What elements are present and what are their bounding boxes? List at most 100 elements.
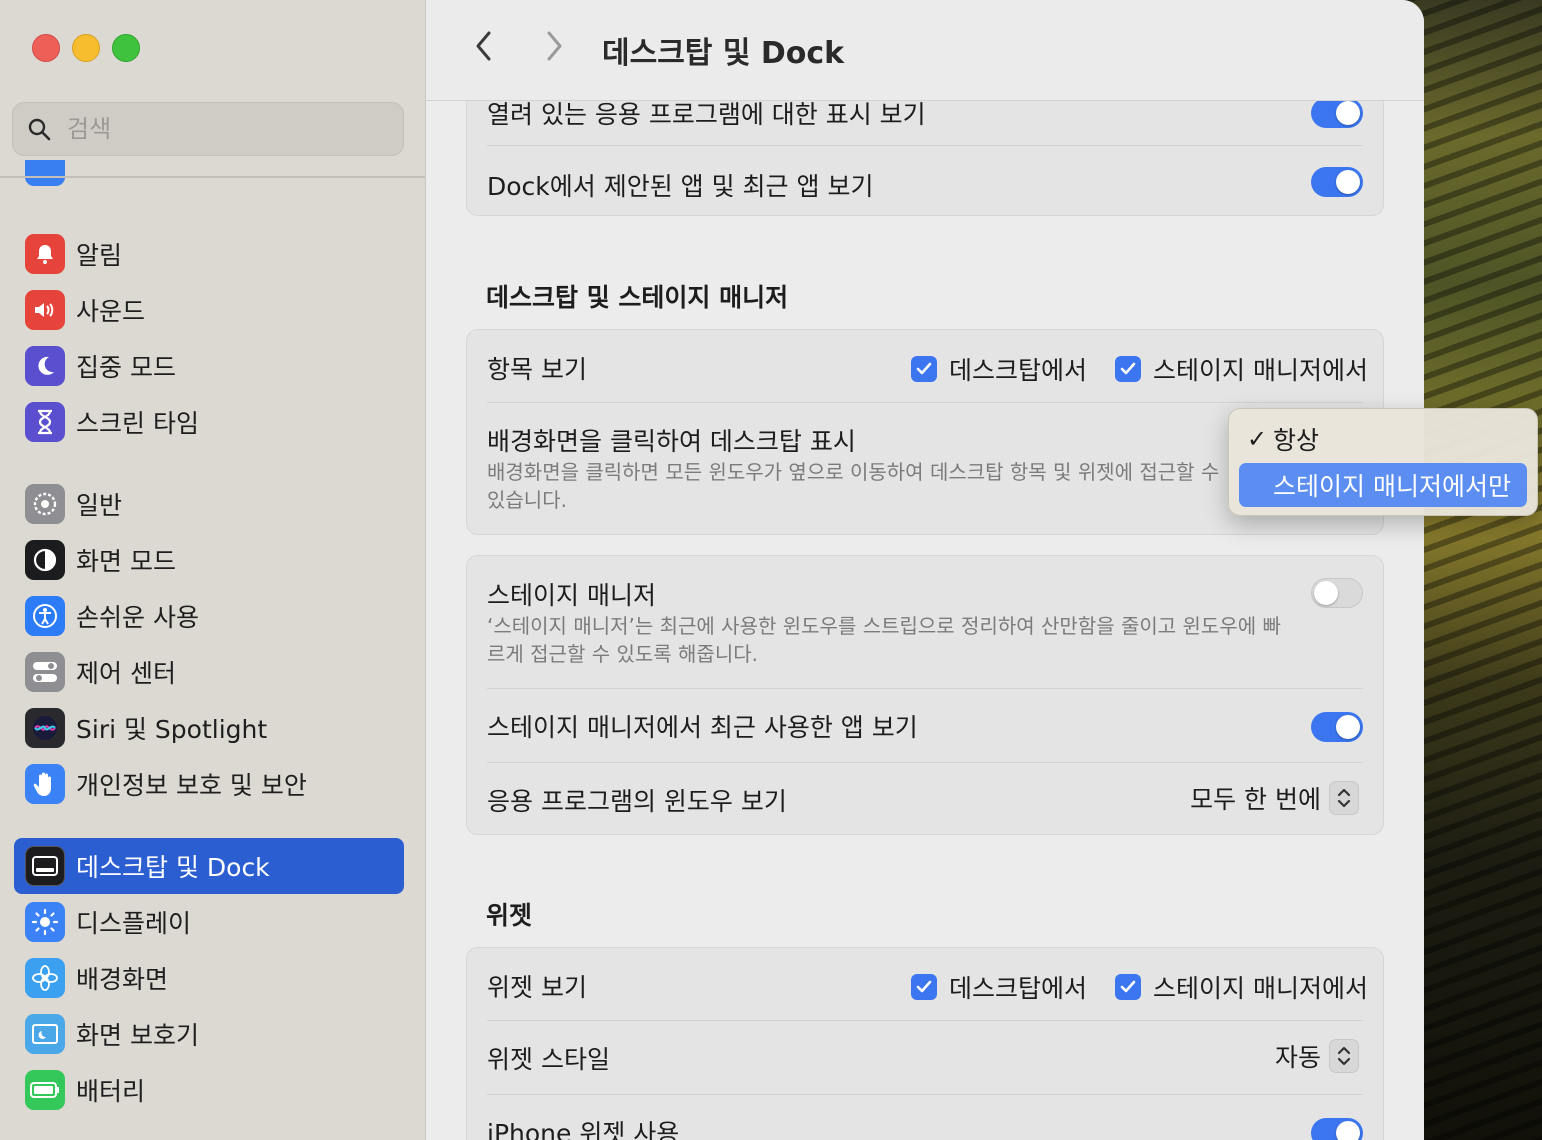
sidebar-item-control-center[interactable]: 제어 센터 <box>14 644 404 700</box>
sidebar-item-label: 배경화면 <box>76 965 169 994</box>
sidebar-item-screen-saver[interactable]: 화면 보호기 <box>14 1006 404 1062</box>
bell-icon <box>25 234 65 274</box>
sidebar-item-focus[interactable]: 집중 모드 <box>14 338 404 394</box>
sidebar-item-label: Siri 및 Spotlight <box>76 715 268 744</box>
sidebar: 알림 사운드 집중 모드 스크린 타임 일반 <box>0 0 426 1140</box>
search-icon <box>28 118 51 141</box>
menu-item-always[interactable]: ✓ 항상 <box>1239 417 1527 461</box>
speaker-icon <box>25 290 65 330</box>
widgets-group: 위젯 보기 데스크탑에서 스테이지 매니저에서 위젯 스타일 자동 iPhone… <box>466 947 1384 1140</box>
widget-style-popup[interactable]: 자동 <box>1275 1038 1359 1074</box>
show-items-row: 항목 보기 데스크탑에서 스테이지 매니저에서 <box>487 346 1368 387</box>
sidebar-item-sound[interactable]: 사운드 <box>14 282 404 338</box>
checkmark-icon: ✓ <box>1247 425 1268 453</box>
sidebar-item-screen-time[interactable]: 스크린 타임 <box>14 394 404 450</box>
show-items-stage-checkbox[interactable]: 스테이지 매니저에서 <box>1115 351 1368 387</box>
row-divider <box>487 1094 1363 1095</box>
sidebar-item-notifications[interactable]: 알림 <box>14 226 404 282</box>
desktop-stage-section-title: 데스크탑 및 스테이지 매니저 <box>486 283 789 312</box>
menu-item-stage-manager-only[interactable]: 스테이지 매니저에서만 <box>1239 463 1527 507</box>
moon-icon <box>25 346 65 386</box>
sidebar-item-wallpaper[interactable]: 배경화면 <box>14 950 404 1006</box>
battery-icon <box>25 1070 65 1110</box>
sidebar-item-label: 손쉬운 사용 <box>76 603 199 632</box>
chevron-updown-icon <box>1329 781 1359 815</box>
main-content: 데스크탑 및 Dock 열려 있는 응용 프로그램에 대한 표시 보기 Dock… <box>426 0 1424 1140</box>
sidebar-item-siri[interactable]: Siri 및 Spotlight <box>14 700 404 756</box>
toolbar: 데스크탑 및 Dock <box>426 0 1424 101</box>
chevron-updown-icon <box>1329 1039 1359 1073</box>
row-divider <box>487 762 1363 763</box>
dock-icon <box>25 846 65 886</box>
hourglass-icon <box>25 402 65 442</box>
show-widgets-desktop-checkbox[interactable]: 데스크탑에서 <box>911 969 1087 1005</box>
stage-manager-row: 스테이지 매니저 ‘스테이지 매니저’는 최근에 사용한 윈도우를 스트립으로 … <box>487 576 1363 686</box>
recent-apps-row: 스테이지 매니저에서 최근 사용한 앱 보기 <box>487 706 1363 746</box>
sidebar-item-label: 스크린 타임 <box>76 409 199 438</box>
widget-style-label: 위젯 스타일 <box>487 1045 610 1074</box>
sidebar-item-label: 알림 <box>76 241 123 270</box>
app-windows-label: 응용 프로그램의 윈도우 보기 <box>487 787 787 816</box>
iphone-widgets-label: iPhone 위젯 사용 <box>487 1119 680 1140</box>
back-button[interactable] <box>466 28 502 64</box>
search-input[interactable] <box>65 114 369 144</box>
click-wallpaper-menu: ✓ 항상 스테이지 매니저에서만 <box>1228 408 1538 516</box>
sidebar-item-battery[interactable]: 배터리 <box>14 1062 404 1118</box>
sidebar-item-label: 개인정보 보호 및 보안 <box>76 771 307 800</box>
widgets-section-title: 위젯 <box>486 901 533 930</box>
stage-manager-toggle[interactable] <box>1311 578 1363 608</box>
forward-button[interactable] <box>536 28 572 64</box>
iphone-widgets-row: iPhone 위젯 사용 <box>487 1112 1363 1140</box>
search-field[interactable] <box>12 102 404 156</box>
settings-window: 알림 사운드 집중 모드 스크린 타임 일반 <box>0 0 1424 1140</box>
show-widgets-row: 위젯 보기 데스크탑에서 스테이지 매니저에서 <box>487 964 1368 1005</box>
suggested-apps-toggle[interactable] <box>1311 167 1363 197</box>
sidebar-item-label: 제어 센터 <box>76 659 176 688</box>
sidebar-item-label: 사운드 <box>76 297 146 326</box>
checkmark-icon <box>911 974 937 1000</box>
sidebar-item-displays[interactable]: 디스플레이 <box>14 894 404 950</box>
sidebar-divider <box>0 176 425 178</box>
chevron-right-icon <box>547 31 562 61</box>
recent-apps-toggle[interactable] <box>1311 712 1363 742</box>
suggested-apps-label: Dock에서 제안된 앱 및 최근 앱 보기 <box>487 172 874 201</box>
show-widgets-stage-checkbox[interactable]: 스테이지 매니저에서 <box>1115 969 1368 1005</box>
minimize-window-button[interactable] <box>72 34 100 62</box>
zoom-window-button[interactable] <box>112 34 140 62</box>
sidebar-item-general[interactable]: 일반 <box>14 476 404 532</box>
row-divider <box>487 402 1363 403</box>
hand-icon <box>25 764 65 804</box>
siri-icon <box>25 708 65 748</box>
stage-manager-description: ‘스테이지 매니저’는 최근에 사용한 윈도우를 스트립으로 정리하여 산만함을… <box>487 614 1281 666</box>
stage-manager-group: 스테이지 매니저 ‘스테이지 매니저’는 최근에 사용한 윈도우를 스트립으로 … <box>466 555 1384 835</box>
sidebar-item-accessibility[interactable]: 손쉬운 사용 <box>14 588 404 644</box>
show-items-label: 항목 보기 <box>487 355 587 384</box>
app-windows-row: 응용 프로그램의 윈도우 보기 모두 한 번에 <box>487 780 1363 820</box>
stage-manager-label: 스테이지 매니저 <box>487 581 656 610</box>
page-title: 데스크탑 및 Dock <box>602 36 845 71</box>
checkmark-icon <box>1115 974 1141 1000</box>
gear-icon <box>25 484 65 524</box>
close-window-button[interactable] <box>32 34 60 62</box>
show-items-desktop-checkbox[interactable]: 데스크탑에서 <box>911 351 1087 387</box>
network-icon <box>25 160 65 188</box>
toggles-icon <box>25 652 65 692</box>
screensaver-icon <box>25 1014 65 1054</box>
checkmark-icon <box>911 356 937 382</box>
app-windows-popup[interactable]: 모두 한 번에 <box>1190 780 1359 816</box>
sidebar-item-label: 배터리 <box>76 1077 146 1106</box>
sidebar-item-appearance[interactable]: 화면 모드 <box>14 532 404 588</box>
widget-style-row: 위젯 스타일 자동 <box>487 1038 1363 1078</box>
click-wallpaper-label: 배경화면을 클릭하여 데스크탑 표시 <box>487 427 856 456</box>
sidebar-item-label: 데스크탑 및 Dock <box>76 853 270 882</box>
chevron-left-icon <box>476 31 491 61</box>
iphone-widgets-toggle[interactable] <box>1311 1118 1363 1140</box>
row-divider <box>487 1020 1363 1021</box>
sidebar-item-privacy[interactable]: 개인정보 보호 및 보안 <box>14 756 404 812</box>
appearance-icon <box>25 540 65 580</box>
click-wallpaper-description: 배경화면을 클릭하면 모든 윈도우가 옆으로 이동하여 데스크탑 항목 및 위젯… <box>487 460 1220 512</box>
sidebar-item-label: 집중 모드 <box>76 353 176 382</box>
sun-icon <box>25 902 65 942</box>
show-indicators-toggle[interactable] <box>1311 98 1363 128</box>
sidebar-item-desktop-dock[interactable]: 데스크탑 및 Dock <box>14 838 404 894</box>
